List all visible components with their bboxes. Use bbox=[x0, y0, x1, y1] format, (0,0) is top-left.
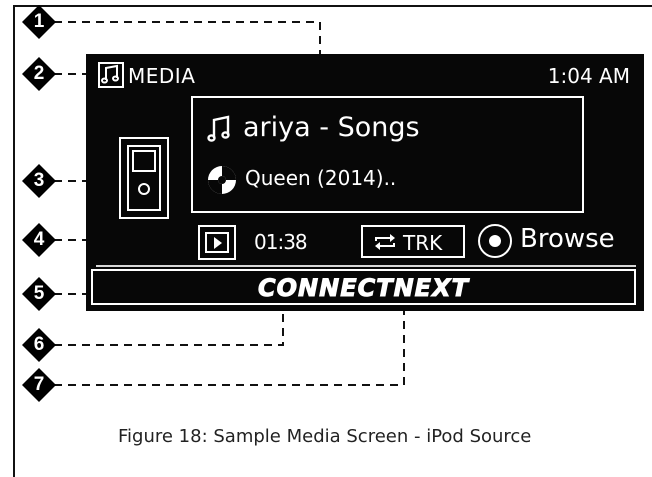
music-note-icon bbox=[207, 115, 230, 142]
screen-title: MEDIA bbox=[128, 64, 196, 88]
callout-7: 7 bbox=[21, 367, 57, 403]
play-pause-button[interactable] bbox=[198, 225, 236, 260]
song-title: ariya - Songs bbox=[243, 112, 420, 143]
connectnext-logo-bar: CONNECTNEXT bbox=[91, 269, 636, 305]
knob-icon[interactable] bbox=[478, 224, 512, 258]
callout-5: 5 bbox=[21, 276, 57, 312]
connectnext-logo: CONNECTNEXT bbox=[258, 274, 469, 303]
music-note-icon bbox=[98, 62, 124, 88]
figure-caption: Figure 18: Sample Media Screen - iPod So… bbox=[118, 426, 532, 447]
media-screen: MEDIA 1:04 AM ariya - Songs Queen (2014)… bbox=[86, 54, 644, 311]
browse-label[interactable]: Browse bbox=[520, 224, 615, 254]
repeat-icon bbox=[375, 234, 395, 250]
elapsed-time: 01:38 bbox=[254, 230, 308, 254]
now-playing-panel: ariya - Songs Queen (2014).. bbox=[191, 96, 584, 213]
ipod-icon bbox=[119, 137, 169, 219]
album-name: Queen (2014).. bbox=[245, 166, 397, 190]
status-divider bbox=[96, 265, 636, 267]
callout-2: 2 bbox=[21, 56, 57, 92]
clock: 1:04 AM bbox=[547, 64, 630, 88]
repeat-label: TRK bbox=[403, 231, 443, 255]
repeat-track-button[interactable]: TRK bbox=[361, 225, 465, 258]
callout-1: 1 bbox=[21, 4, 57, 40]
callout-4: 4 bbox=[21, 222, 57, 258]
callout-3: 3 bbox=[21, 163, 57, 199]
disc-icon bbox=[208, 166, 236, 194]
callout-6: 6 bbox=[21, 327, 57, 363]
play-icon bbox=[214, 237, 222, 249]
